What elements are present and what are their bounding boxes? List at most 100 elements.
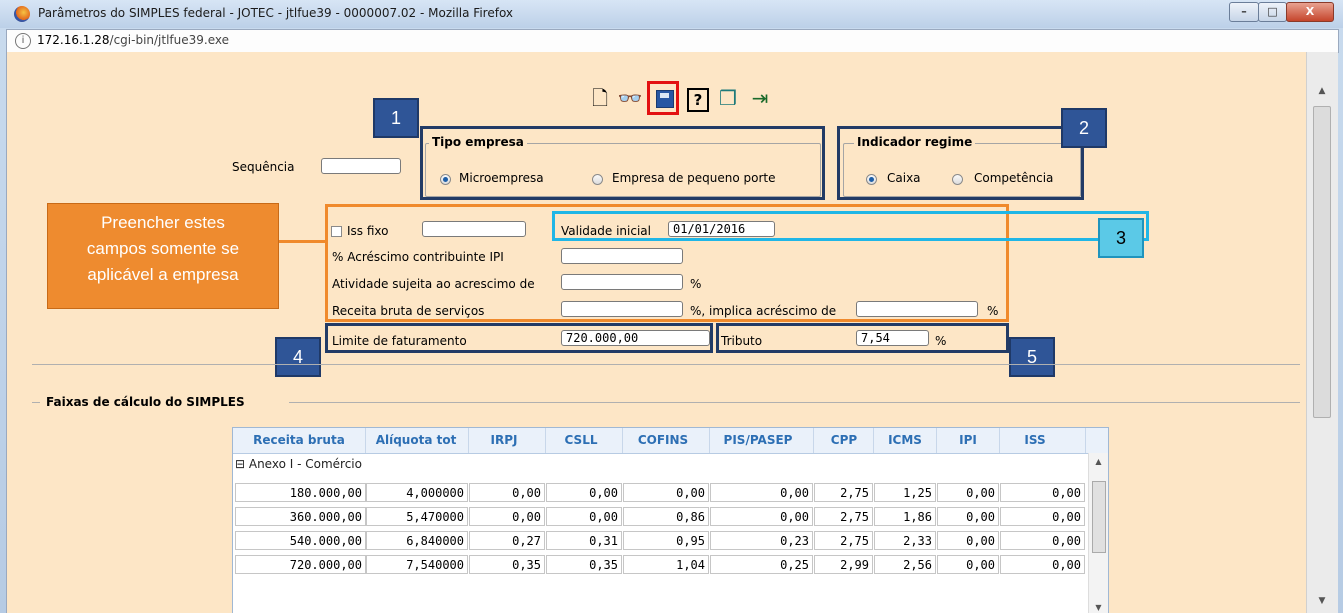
info-icon[interactable]: i — [15, 33, 31, 49]
manual-icon[interactable]: ❒ — [715, 84, 741, 112]
col-header[interactable]: Receita bruta — [235, 433, 363, 447]
cell[interactable]: 5,470000 — [366, 507, 468, 526]
callout-line-1: Preencher estes — [101, 213, 225, 232]
col-header[interactable]: ICMS — [874, 433, 936, 447]
title-bar: Parâmetros do SIMPLES federal - JOTEC - … — [0, 0, 1343, 28]
cell[interactable]: 0,27 — [469, 531, 545, 550]
cell[interactable]: 0,00 — [710, 507, 813, 526]
cell[interactable]: 0,00 — [546, 483, 622, 502]
cell[interactable]: 180.000,00 — [235, 483, 366, 502]
cell[interactable]: 2,75 — [814, 531, 873, 550]
table-row[interactable]: 720.000,00 7,540000 0,35 0,35 1,04 0,25 … — [233, 553, 1085, 577]
cell[interactable]: 2,75 — [814, 483, 873, 502]
scroll-up-icon[interactable]: ▲ — [1089, 457, 1108, 466]
cell[interactable]: 1,04 — [623, 555, 709, 574]
highlight-limite — [325, 323, 713, 353]
scroll-up-icon[interactable]: ▲ — [1307, 86, 1337, 96]
close-button[interactable]: X — [1286, 2, 1334, 22]
group-row-anexo-i[interactable]: ⊟ Anexo I - Comércio — [235, 457, 362, 471]
cell[interactable]: 1,25 — [874, 483, 936, 502]
search-binoculars-icon[interactable]: 👓 — [617, 84, 643, 112]
cell[interactable]: 0,00 — [546, 507, 622, 526]
help-icon[interactable]: ? — [685, 84, 711, 112]
grid-scroll-thumb[interactable] — [1092, 481, 1106, 553]
exit-icon[interactable]: ⇥ — [747, 84, 773, 112]
sequencia-label: Sequência — [232, 160, 295, 174]
cell[interactable]: 0,00 — [937, 531, 999, 550]
cell[interactable]: 7,540000 — [366, 555, 468, 574]
firefox-icon — [14, 6, 30, 22]
col-header[interactable]: CSLL — [546, 433, 616, 447]
table-row[interactable]: 540.000,00 6,840000 0,27 0,31 0,95 0,23 … — [233, 529, 1085, 553]
badge-2: 2 — [1061, 108, 1107, 148]
cell[interactable]: 0,00 — [469, 507, 545, 526]
col-header[interactable]: ISS — [1000, 433, 1070, 447]
cell[interactable]: 0,00 — [937, 483, 999, 502]
new-document-icon[interactable]: 🗋 — [587, 84, 613, 112]
cell[interactable]: 0,35 — [469, 555, 545, 574]
cell[interactable]: 0,31 — [546, 531, 622, 550]
cell[interactable]: 0,00 — [623, 483, 709, 502]
highlight-tipo-empresa — [420, 126, 825, 200]
callout-line-3: aplicável a empresa — [87, 265, 239, 284]
minimize-button[interactable]: – — [1229, 2, 1259, 22]
cell[interactable]: 0,00 — [937, 555, 999, 574]
col-header[interactable]: Alíquota tot — [366, 433, 466, 447]
cell[interactable]: 0,00 — [1000, 555, 1085, 574]
table-row[interactable]: 180.000,00 4,000000 0,00 0,00 0,00 0,00 … — [233, 481, 1085, 505]
page-scroll-thumb[interactable] — [1313, 106, 1331, 418]
scroll-down-icon[interactable]: ▼ — [1307, 596, 1337, 606]
cell[interactable]: 0,00 — [937, 507, 999, 526]
callout-line-2: campos somente se — [86, 239, 240, 258]
cell[interactable]: 0,00 — [469, 483, 545, 502]
cell[interactable]: 720.000,00 — [235, 555, 366, 574]
cell[interactable]: 0,23 — [710, 531, 813, 550]
cell[interactable]: 540.000,00 — [235, 531, 366, 550]
cell[interactable]: 360.000,00 — [235, 507, 366, 526]
badge-4: 4 — [275, 337, 321, 377]
grid-scrollbar[interactable]: ▲ ▼ — [1088, 453, 1108, 613]
table-row[interactable]: 360.000,00 5,470000 0,00 0,00 0,86 0,00 … — [233, 505, 1085, 529]
col-header[interactable]: IRPJ — [469, 433, 539, 447]
cell[interactable]: 4,000000 — [366, 483, 468, 502]
col-header[interactable]: CPP — [814, 433, 874, 447]
cell[interactable]: 2,99 — [814, 555, 873, 574]
highlight-indicador-regime — [837, 126, 1084, 200]
fieldset-border-right — [289, 402, 1300, 403]
cell[interactable]: 0,25 — [710, 555, 813, 574]
badge-5: 5 — [1009, 337, 1055, 377]
faixas-legend: Faixas de cálculo do SIMPLES — [46, 395, 245, 409]
address-bar[interactable]: i 172.16.1.28/cgi-bin/jtlfue39.exe — [6, 29, 1339, 53]
window-title: Parâmetros do SIMPLES federal - JOTEC - … — [38, 6, 514, 20]
maximize-button[interactable]: □ — [1258, 2, 1287, 22]
badge-1: 1 — [373, 98, 419, 138]
page-scrollbar[interactable]: ▲ ▼ — [1306, 52, 1338, 613]
faixas-grid: Receita bruta Alíquota tot IRPJ CSLL COF… — [232, 427, 1109, 613]
fieldset-border-left — [32, 402, 40, 403]
url-text: 172.16.1.28/cgi-bin/jtlfue39.exe — [37, 33, 230, 47]
cell[interactable]: 0,86 — [623, 507, 709, 526]
cell[interactable]: 0,00 — [1000, 507, 1085, 526]
cell[interactable]: 0,00 — [1000, 531, 1085, 550]
cell[interactable]: 6,840000 — [366, 531, 468, 550]
cell[interactable]: 0,95 — [623, 531, 709, 550]
cell[interactable]: 1,86 — [874, 507, 936, 526]
col-header[interactable]: PIS/PASEP — [710, 433, 806, 447]
cell[interactable]: 0,35 — [546, 555, 622, 574]
save-icon[interactable] — [647, 81, 679, 115]
highlight-validade — [552, 211, 1149, 241]
page-content: 🗋 👓 ? ❒ ⇥ Sequência Tipo empresa Microem… — [6, 52, 1306, 613]
scroll-down-icon[interactable]: ▼ — [1089, 603, 1108, 612]
cell[interactable]: 2,75 — [814, 507, 873, 526]
cell[interactable]: 2,33 — [874, 531, 936, 550]
sequencia-input[interactable] — [321, 158, 401, 174]
badge-3: 3 — [1098, 218, 1144, 258]
col-header[interactable]: COFINS — [623, 433, 703, 447]
cell[interactable]: 2,56 — [874, 555, 936, 574]
cell[interactable]: 0,00 — [710, 483, 813, 502]
callout-connector — [279, 240, 325, 243]
browser-window: Parâmetros do SIMPLES federal - JOTEC - … — [0, 0, 1343, 613]
col-header[interactable]: IPI — [937, 433, 999, 447]
cell[interactable]: 0,00 — [1000, 483, 1085, 502]
highlight-tributo — [716, 323, 1009, 353]
